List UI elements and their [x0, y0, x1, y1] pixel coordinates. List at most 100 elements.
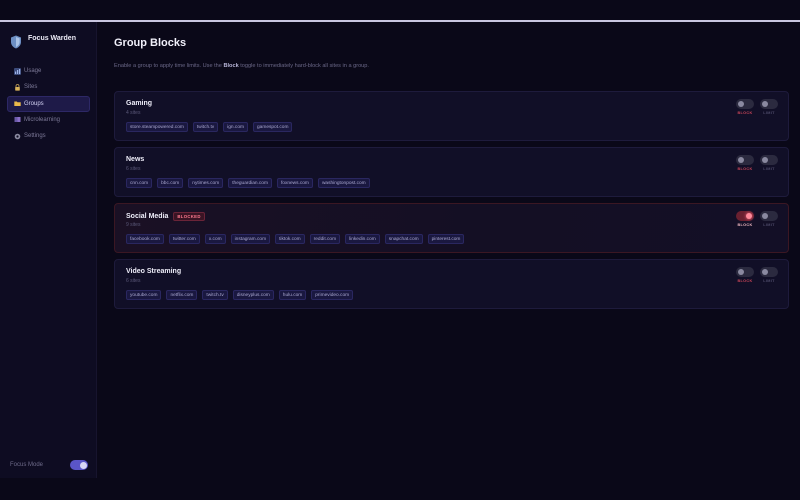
block-toggle[interactable]	[736, 155, 754, 165]
sidebar-item-label: Groups	[24, 100, 44, 107]
block-toggle-wrap: BLOCK	[736, 267, 754, 283]
toggle-knob	[738, 157, 744, 163]
group-toggles: BLOCK LIMIT	[736, 267, 778, 283]
toggle-knob	[738, 101, 744, 107]
group-name: Gaming	[126, 100, 153, 107]
group-card: Social Media BLOCKED 9 sites facebook.com tw…	[114, 203, 789, 253]
block-toggle-label: BLOCK	[737, 111, 753, 115]
lock-icon	[14, 83, 21, 91]
group-card: Gaming 4 sites store.steampowered.com twitc…	[114, 91, 789, 141]
site-chip: linkedin.com	[345, 234, 380, 244]
page-description: Enable a group to apply time limits. Use…	[114, 63, 369, 69]
site-chip: foxnews.com	[276, 178, 313, 188]
site-chip: facebook.com	[126, 234, 164, 244]
toggle-knob	[762, 213, 768, 219]
toggle-knob	[762, 157, 768, 163]
block-toggle[interactable]	[736, 211, 754, 221]
limit-toggle[interactable]	[760, 211, 778, 221]
sidebar-item-label: Sites	[24, 84, 38, 91]
group-site-count: 9 sites	[126, 222, 141, 228]
limit-toggle-label: LIMIT	[763, 223, 775, 227]
toggle-knob	[738, 269, 744, 275]
site-chip: youtube.com	[126, 290, 162, 300]
site-chip: twitter.com	[168, 234, 200, 244]
site-chip-list: store.steampowered.com twitch.tv ign.com ga…	[126, 122, 293, 132]
site-chip: netflix.com	[166, 290, 198, 300]
limit-toggle[interactable]	[760, 155, 778, 165]
page-title: Group Blocks	[114, 37, 187, 49]
site-chip-list: cnn.com bbc.com nytimes.com theguardian.com…	[126, 178, 370, 188]
limit-toggle-label: LIMIT	[763, 279, 775, 283]
limit-toggle-wrap: LIMIT	[760, 211, 778, 227]
site-chip: gamespot.com	[252, 122, 293, 132]
limit-toggle-label: LIMIT	[763, 111, 775, 115]
site-chip: ign.com	[223, 122, 248, 132]
sidebar-item-settings[interactable]: Settings	[7, 128, 90, 144]
group-title: Gaming	[126, 100, 152, 107]
group-card: News 6 sites cnn.com bbc.com nytimes.com theg…	[114, 147, 789, 197]
site-chip-list: facebook.com twitter.com x.com instagram.co…	[126, 234, 465, 244]
limit-toggle-wrap: LIMIT	[760, 155, 778, 171]
app-name: Focus Warden	[28, 35, 76, 42]
site-chip: instagram.com	[230, 234, 271, 244]
sidebar-item-label: Microlearning	[24, 116, 61, 123]
block-toggle-label: BLOCK	[737, 167, 753, 171]
site-chip: bbc.com	[157, 178, 184, 188]
site-chip: x.com	[204, 234, 226, 244]
block-toggle-label: BLOCK	[737, 223, 753, 227]
site-chip: nytimes.com	[188, 178, 224, 188]
toggle-knob	[762, 101, 768, 107]
block-toggle-wrap: BLOCK	[736, 155, 754, 171]
site-chip: tiktok.com	[275, 234, 305, 244]
sidebar-nav: Usage Sites Groups Microlearning Setting…	[7, 63, 90, 144]
toggle-knob	[746, 213, 752, 219]
group-name: Social Media	[126, 213, 169, 220]
sidebar-item-label: Settings	[24, 133, 46, 140]
sidebar-item-groups[interactable]: Groups	[7, 95, 90, 112]
limit-toggle[interactable]	[760, 267, 778, 277]
group-name: Video Streaming	[126, 268, 182, 275]
site-chip-list: youtube.com netflix.com twitch.tv disneyplu…	[126, 290, 354, 300]
group-toggles: BLOCK LIMIT	[736, 99, 778, 115]
site-chip: reddit.com	[309, 234, 341, 244]
site-chip: washingtonpost.com	[317, 178, 370, 188]
group-title: Video Streaming	[126, 268, 181, 275]
group-card: Video Streaming 6 sites youtube.com netflix…	[114, 259, 789, 309]
site-chip: hulu.com	[278, 290, 307, 300]
block-toggle-wrap: BLOCK	[736, 99, 754, 115]
toggle-knob	[762, 269, 768, 275]
sidebar-item-sites[interactable]: Sites	[7, 79, 90, 95]
group-name: News	[126, 156, 145, 163]
site-chip: snapchat.com	[384, 234, 423, 244]
book-icon	[14, 116, 21, 123]
site-chip: theguardian.com	[228, 178, 272, 188]
block-toggle-label: BLOCK	[737, 279, 753, 283]
blocked-badge: BLOCKED	[173, 212, 205, 221]
group-toggles: BLOCK LIMIT	[736, 211, 778, 227]
site-chip: store.steampowered.com	[126, 122, 188, 132]
site-chip: twitch.tv	[192, 122, 219, 132]
shield-icon	[11, 35, 21, 49]
focus-mode-toggle[interactable]	[70, 460, 88, 470]
site-chip: primevideo.com	[311, 290, 354, 300]
site-chip: cnn.com	[126, 178, 153, 188]
block-toggle[interactable]	[736, 267, 754, 277]
group-site-count: 6 sites	[126, 166, 141, 172]
sidebar-item-usage[interactable]: Usage	[7, 63, 90, 79]
sidebar: Focus Warden Usage Sites Groups Microlea…	[0, 22, 97, 478]
focus-mode-label: Focus Mode	[10, 462, 44, 468]
block-toggle-wrap: BLOCK	[736, 211, 754, 227]
limit-toggle-wrap: LIMIT	[760, 99, 778, 115]
group-toggles: BLOCK LIMIT	[736, 155, 778, 171]
group-site-count: 6 sites	[126, 278, 141, 284]
limit-toggle-wrap: LIMIT	[760, 267, 778, 283]
block-toggle[interactable]	[736, 99, 754, 109]
site-chip: twitch.tv	[202, 290, 228, 300]
sidebar-item-microlearning[interactable]: Microlearning	[7, 112, 90, 128]
site-chip: disneyplus.com	[232, 290, 274, 300]
folder-icon	[14, 100, 21, 107]
limit-toggle-label: LIMIT	[763, 167, 775, 171]
limit-toggle[interactable]	[760, 99, 778, 109]
site-chip: pinterest.com	[427, 234, 465, 244]
sidebar-item-label: Usage	[24, 68, 42, 74]
